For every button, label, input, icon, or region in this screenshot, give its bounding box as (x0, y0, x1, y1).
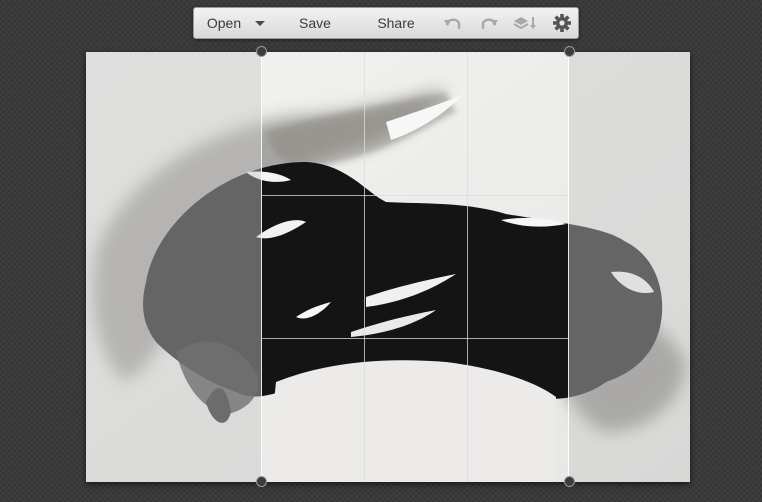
layers-icon[interactable] (512, 14, 538, 32)
crop-handle-bottom-left[interactable] (256, 476, 267, 487)
crop-handle-top-left[interactable] (256, 46, 267, 57)
gear-icon[interactable] (552, 14, 572, 32)
crop-handle-top-right[interactable] (564, 46, 575, 57)
open-button[interactable]: Open (202, 8, 246, 38)
crop-box[interactable] (261, 52, 569, 482)
editor-toolbar: Open Save Share (193, 7, 579, 39)
crop-grid-line-vertical-1 (364, 52, 365, 482)
crop-mask-left (86, 52, 261, 482)
save-button[interactable]: Save (292, 8, 338, 38)
crop-grid-line-horizontal-1 (262, 195, 568, 196)
redo-icon[interactable] (478, 14, 500, 32)
share-button[interactable]: Share (372, 8, 420, 38)
caret-down-icon[interactable] (252, 14, 268, 32)
crop-grid-line-horizontal-2 (262, 338, 568, 339)
image-canvas[interactable] (86, 52, 690, 482)
crop-mask-right (569, 52, 690, 482)
crop-handle-bottom-right[interactable] (564, 476, 575, 487)
undo-icon[interactable] (442, 14, 464, 32)
crop-grid-line-vertical-2 (467, 52, 468, 482)
